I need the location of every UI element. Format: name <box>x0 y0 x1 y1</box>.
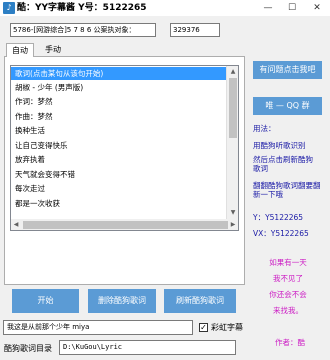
horizontal-scrollbar[interactable]: ◀ ▶ <box>10 219 239 231</box>
music-note-icon: ♪ <box>3 2 15 14</box>
usage-step-1: 用酷狗听歌识别 <box>253 141 306 150</box>
lyric-row[interactable]: 作曲：梦然 <box>11 110 227 123</box>
now-playing-field[interactable]: 我这是从前那个少年 miya <box>3 320 193 335</box>
poem-line: 如果有一天 <box>269 258 307 267</box>
window-title: 酷：YY字幕酱 Y号：5122265 <box>17 3 147 13</box>
lyric-row[interactable]: 胡椒 - 少年 (男声版) <box>11 81 227 94</box>
tab-auto[interactable]: 自动 <box>6 43 34 57</box>
song-info-field[interactable]: 5786-[网游综合]5 7 8 6 公案执对象： <box>10 23 156 37</box>
title-bar: ♪ 酷：YY字幕酱 Y号：5122265 — ☐ ✕ <box>0 0 330 16</box>
yy-id-label: Y：Y5122265 <box>253 213 304 222</box>
scroll-right-icon[interactable]: ▶ <box>228 219 238 231</box>
vertical-scrollbar[interactable]: ▲ ▼ <box>226 66 238 219</box>
help-homepage-button[interactable]: 有问题点击我吧 <box>253 61 322 79</box>
room-id-field[interactable]: 329376 <box>170 23 220 37</box>
lyrics-list[interactable]: 歌词(点击某句从该句开始) 胡椒 - 少年 (男声版) 作词：梦然 作曲：梦然 … <box>10 65 239 220</box>
scroll-thumb[interactable] <box>229 78 237 138</box>
qq-group-button[interactable]: 唯 — QQ 群 <box>253 97 322 115</box>
minimize-button[interactable]: — <box>256 0 280 16</box>
lyric-row[interactable]: 都是一次收获 <box>11 197 227 210</box>
lyric-row[interactable]: 换种生活 <box>11 124 227 137</box>
usage-step-2-cont: 歌词 <box>253 164 268 173</box>
rainbow-subtitle-checkbox[interactable]: ✓ <box>199 323 208 332</box>
rainbow-subtitle-label: 彩虹字幕 <box>211 323 243 332</box>
refresh-lyrics-button[interactable]: 刷新酷狗歌词 <box>164 289 236 313</box>
lyric-row[interactable]: 每次走过 <box>11 182 227 195</box>
scroll-up-icon[interactable]: ▲ <box>227 66 238 78</box>
delete-lyrics-button[interactable]: 删除酷狗歌词 <box>88 289 156 313</box>
usage-step-3-cont: 新一下哦 <box>253 190 283 199</box>
lyric-row[interactable]: 让自己变得快乐 <box>11 139 227 152</box>
close-button[interactable]: ✕ <box>305 0 329 16</box>
hscroll-thumb[interactable] <box>23 221 228 229</box>
lyric-row[interactable]: 放弃执着 <box>11 153 227 166</box>
start-button[interactable]: 开始 <box>12 289 79 313</box>
tab-manual[interactable]: 手动 <box>38 43 68 57</box>
author-label: 作者：酷 <box>275 338 305 347</box>
usage-title: 用法： <box>253 124 276 133</box>
lyric-row[interactable]: 作词：梦然 <box>11 95 227 108</box>
lyric-row[interactable]: 天气就会变得不错 <box>11 168 227 181</box>
lyrics-dir-field[interactable]: D:\KuGou\Lyric <box>59 340 236 355</box>
poem-line: 来找我。 <box>273 306 303 315</box>
scroll-left-icon[interactable]: ◀ <box>11 219 21 231</box>
lyric-row-header[interactable]: 歌词(点击某句从该句开始) <box>11 67 227 80</box>
poem-line: 你还会不会 <box>269 290 307 299</box>
scroll-down-icon[interactable]: ▼ <box>227 207 238 219</box>
lyrics-dir-label: 酷狗歌词目录 <box>4 344 52 353</box>
maximize-button[interactable]: ☐ <box>280 0 304 16</box>
poem-line: 我不见了 <box>273 274 303 283</box>
vx-id-label: VX：Y5122265 <box>253 229 309 238</box>
